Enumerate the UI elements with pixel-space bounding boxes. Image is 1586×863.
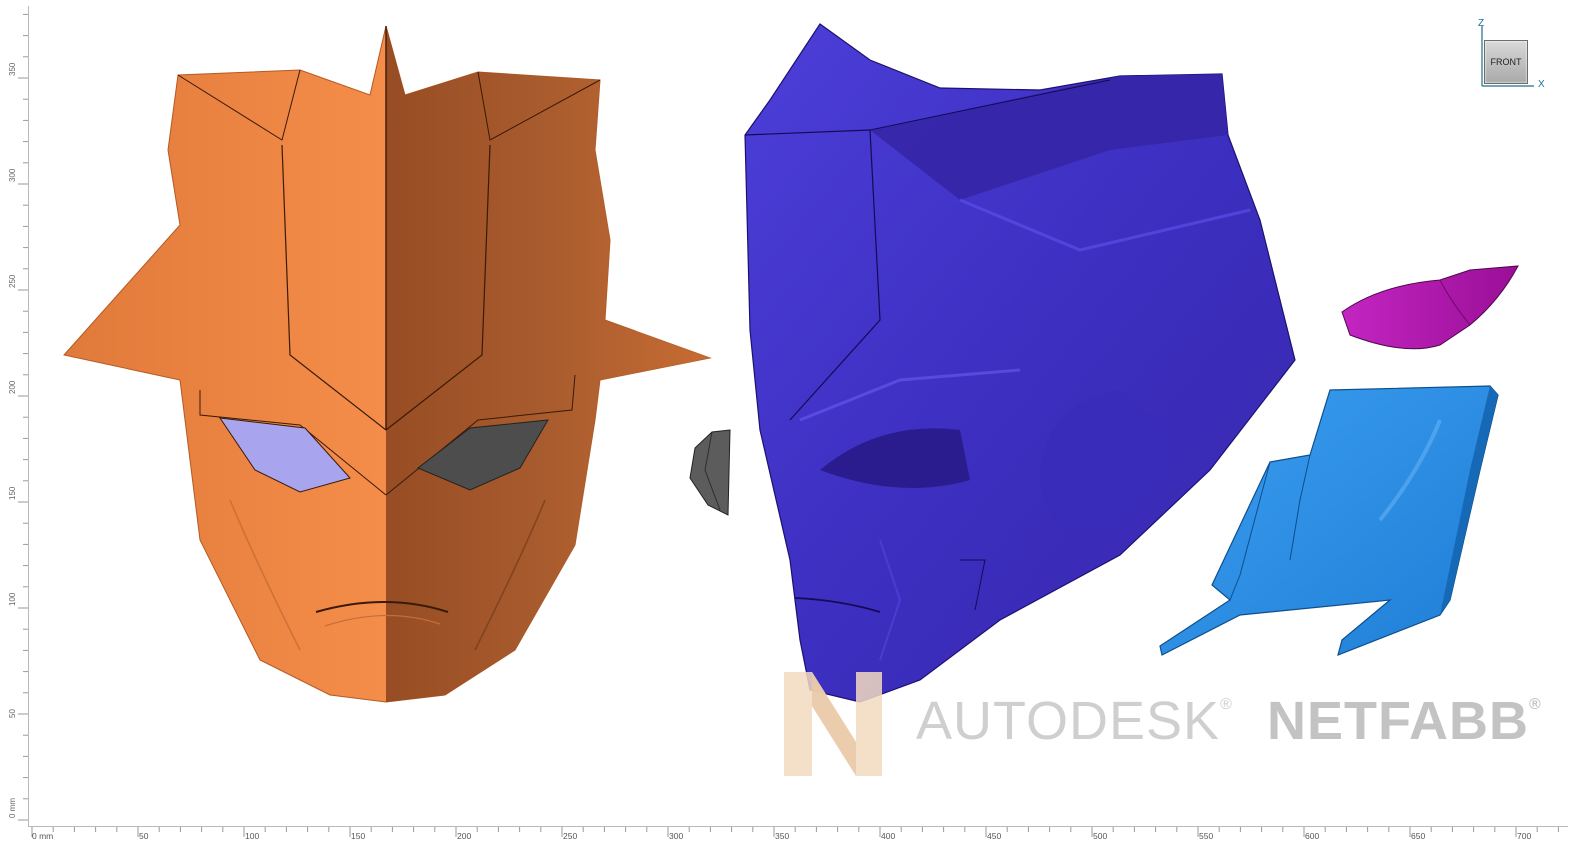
ruler-h-label: 700 <box>1517 831 1532 841</box>
ruler-v-label: 100 <box>8 592 17 606</box>
helmet-shell[interactable] <box>744 23 1296 703</box>
3d-viewport[interactable]: 0 mm 50 100 150 200 250 300 350 0 mm 50 … <box>0 0 1586 863</box>
ruler-h-label: 500 <box>1093 831 1108 841</box>
front-face-mask[interactable] <box>63 25 712 703</box>
ruler-h-label: 450 <box>987 831 1002 841</box>
ruler-h-label: 250 <box>563 831 578 841</box>
x-axis-label: X <box>1538 79 1545 90</box>
ruler-h-label: 50 <box>139 831 149 841</box>
crest-fin[interactable] <box>1341 265 1519 350</box>
view-cube[interactable]: Z X FRONT <box>1474 16 1554 96</box>
ruler-h-label: 350 <box>775 831 790 841</box>
z-axis-label: Z <box>1478 18 1485 29</box>
ruler-h-label: 300 <box>669 831 684 841</box>
ruler-v-label: 0 mm <box>8 798 17 818</box>
ruler-v-label: 200 <box>8 380 17 394</box>
ruler-h-label: 100 <box>245 831 260 841</box>
ruler-h-label: 150 <box>351 831 366 841</box>
ruler-v-label: 50 <box>8 709 17 718</box>
ruler-h-label: 200 <box>457 831 472 841</box>
ruler-v-label: 350 <box>8 62 17 76</box>
scene-canvas[interactable] <box>0 0 1586 863</box>
view-cube-front-face[interactable]: FRONT <box>1484 40 1528 84</box>
ruler-h-label: 0 mm <box>32 831 54 841</box>
ruler-v-label: 300 <box>8 168 17 182</box>
ruler-v-label: 150 <box>8 486 17 500</box>
ruler-h-label: 650 <box>1411 831 1426 841</box>
ruler-h-label: 400 <box>881 831 896 841</box>
vertical-ruler <box>6 6 29 826</box>
eye-lens-piece[interactable] <box>689 429 731 516</box>
ruler-h-label: 600 <box>1305 831 1320 841</box>
ruler-h-label: 550 <box>1199 831 1214 841</box>
ruler-v-label: 250 <box>8 274 17 288</box>
